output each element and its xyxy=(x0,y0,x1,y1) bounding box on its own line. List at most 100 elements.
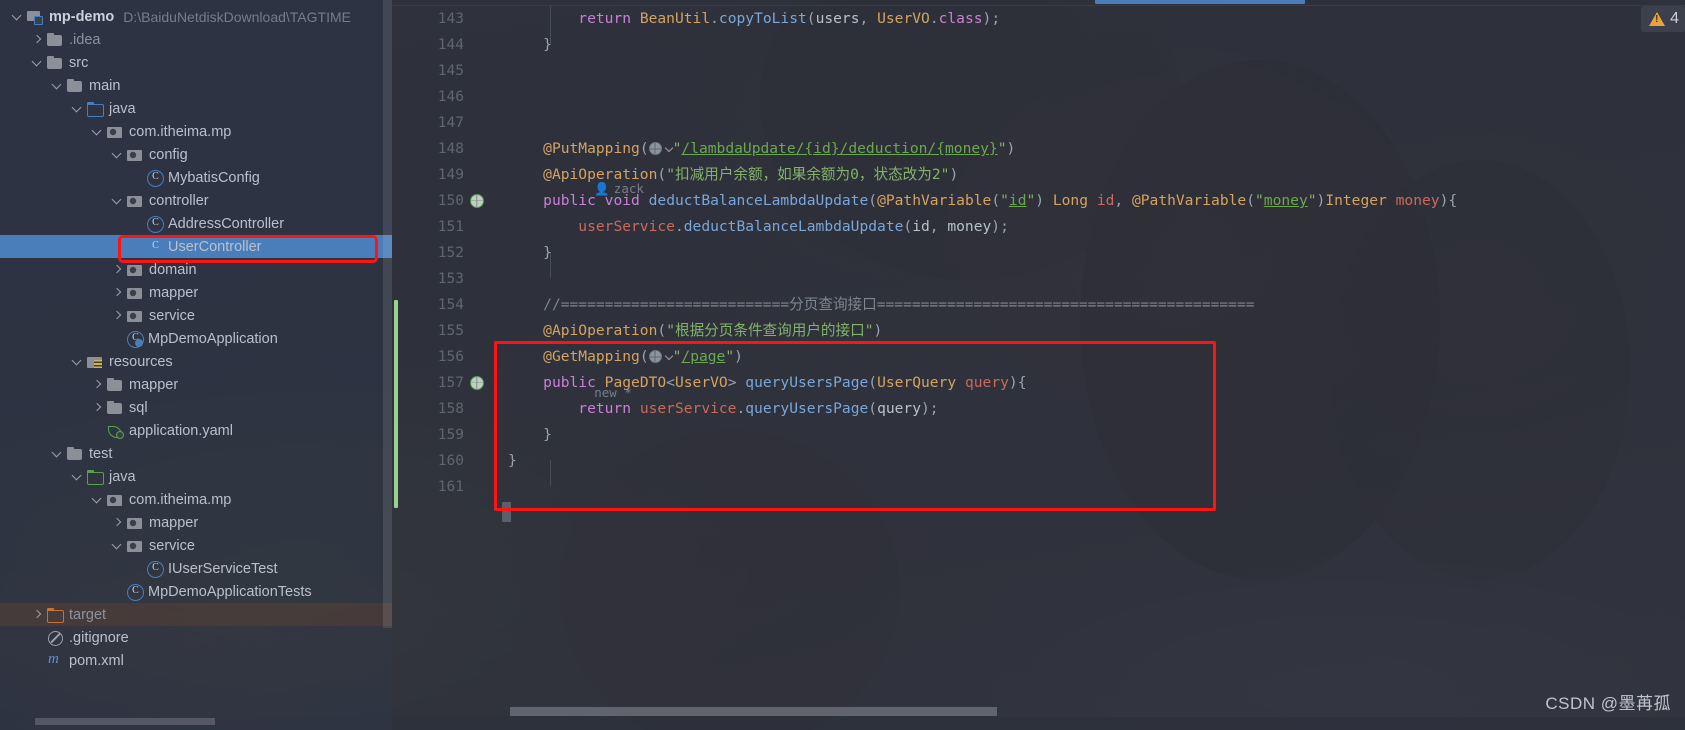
chevron-right-icon[interactable] xyxy=(90,377,105,392)
tree-item-addresscontroller[interactable]: AddressController xyxy=(0,212,392,235)
url-mapping-widget-icon[interactable] xyxy=(648,142,673,155)
chevron-down-icon[interactable] xyxy=(110,538,125,553)
tree-item-com-itheima-mp[interactable]: com.itheima.mp xyxy=(0,120,392,143)
tree-item--idea[interactable]: .idea xyxy=(0,28,392,51)
tree-item-mapper[interactable]: mapper xyxy=(0,511,392,534)
tree-item-sql[interactable]: sql xyxy=(0,396,392,419)
chevron-right-icon[interactable] xyxy=(30,607,45,622)
chevron-down-icon[interactable] xyxy=(90,124,105,139)
tree-item-label: service xyxy=(149,307,195,324)
code-line[interactable]: } xyxy=(502,422,1685,448)
chevron-right-icon[interactable] xyxy=(30,32,45,47)
editor-hscrollbar-thumb[interactable] xyxy=(510,707,997,716)
line-number: 143 xyxy=(437,11,464,27)
chevron-down-icon[interactable] xyxy=(50,78,65,93)
chevron-down-icon[interactable] xyxy=(10,9,25,24)
code-line[interactable] xyxy=(502,266,1685,292)
editor-gutter[interactable]: 143 144 145 146 147 148 149 150 151 152 153 154 155 1… xyxy=(392,6,502,730)
code-token: queryUsersPage xyxy=(745,400,869,417)
chevron-right-icon[interactable] xyxy=(110,262,125,277)
url-mapping-widget-icon[interactable] xyxy=(648,350,673,363)
folder-orange-icon xyxy=(47,607,64,623)
code-line[interactable] xyxy=(502,474,1685,500)
tree-item-test[interactable]: test xyxy=(0,442,392,465)
tree-item-mybatisconfig[interactable]: MybatisConfig xyxy=(0,166,392,189)
chevron-right-icon[interactable] xyxy=(110,308,125,323)
code-token: @ApiOperation xyxy=(543,322,658,339)
code-line[interactable]: } xyxy=(502,32,1685,58)
code-token: ); xyxy=(982,10,1001,27)
code-line[interactable]: return userService.queryUsersPage(query)… xyxy=(502,396,1685,422)
tree-item-java[interactable]: java xyxy=(0,97,392,120)
code-line[interactable] xyxy=(502,84,1685,110)
code-line[interactable]: @GetMapping("/page") xyxy=(502,344,1685,370)
tree-item-label: MybatisConfig xyxy=(168,169,260,186)
globe-icon xyxy=(648,350,662,363)
tree-item-mpdemoapplication[interactable]: MpDemoApplication xyxy=(0,327,392,350)
web-mapping-icon[interactable] xyxy=(470,376,484,390)
chevron-right-icon[interactable] xyxy=(110,285,125,300)
code-token: ( xyxy=(1246,192,1255,209)
tree-item-label: IUserServiceTest xyxy=(168,560,278,577)
sidebar-vertical-scrollbar[interactable] xyxy=(383,0,392,628)
chevron-down-icon[interactable] xyxy=(110,147,125,162)
chevron-right-icon[interactable] xyxy=(110,515,125,530)
tree-item-java[interactable]: java xyxy=(0,465,392,488)
tree-item-target[interactable]: target xyxy=(0,603,392,626)
tree-item-mp-demo[interactable]: mp-demo D:\BaiduNetdiskDownload\TAGTIME xyxy=(0,5,392,28)
person-icon: 👤 xyxy=(594,181,610,196)
chevron-down-icon[interactable] xyxy=(90,492,105,507)
chevron-down-icon[interactable] xyxy=(70,469,85,484)
code-token: , xyxy=(1114,192,1132,209)
code-editor-pane[interactable]: 143 144 145 146 147 148 149 150 151 152 153 154 155 1… xyxy=(392,0,1685,730)
inspection-gutter-strip[interactable] xyxy=(1673,30,1685,705)
tree-item-mpdemoapplicationtests[interactable]: MpDemoApplicationTests xyxy=(0,580,392,603)
code-line[interactable]: } xyxy=(502,240,1685,266)
code-line[interactable] xyxy=(502,110,1685,136)
maven-icon xyxy=(47,651,64,669)
code-text-area[interactable]: return BeanUtil.copyToList(users, UserVO… xyxy=(502,6,1685,730)
tree-item-label: pom.xml xyxy=(69,652,124,669)
tree-item-main[interactable]: main xyxy=(0,74,392,97)
tree-item-application-yaml[interactable]: application.yaml xyxy=(0,419,392,442)
tree-item-com-itheima-mp[interactable]: com.itheima.mp xyxy=(0,488,392,511)
code-line[interactable]: return BeanUtil.copyToList(users, UserVO… xyxy=(502,6,1685,32)
tree-item-mapper[interactable]: mapper xyxy=(0,373,392,396)
code-line[interactable]: userService.deductBalanceLambdaUpdate(id… xyxy=(502,214,1685,240)
tree-item-usercontroller[interactable]: UserController xyxy=(0,235,392,258)
tree-item-domain[interactable]: domain xyxy=(0,258,392,281)
tree-item-resources[interactable]: resources xyxy=(0,350,392,373)
line-number: 145 xyxy=(437,63,464,79)
code-line[interactable]: //==========================分页查询接口======… xyxy=(502,292,1685,318)
web-mapping-icon[interactable] xyxy=(470,194,484,208)
chevron-down-icon[interactable] xyxy=(30,55,45,70)
code-line[interactable]: } xyxy=(502,448,1685,474)
chevron-down-icon[interactable] xyxy=(50,446,65,461)
code-line[interactable]: @ApiOperation("扣减用户余额，如果余额为0，状态改为2") xyxy=(502,162,1685,188)
code-token: money xyxy=(1263,192,1308,209)
code-token: ( xyxy=(657,322,667,339)
tree-item-src[interactable]: src xyxy=(0,51,392,74)
chevron-down-icon[interactable] xyxy=(110,193,125,208)
chevron-down-icon[interactable] xyxy=(70,101,85,116)
code-line[interactable]: public PageDTO<UserVO> queryUsersPage(Us… xyxy=(502,370,1685,396)
tree-item-controller[interactable]: controller xyxy=(0,189,392,212)
tree-item-service[interactable]: service xyxy=(0,304,392,327)
tree-item-iuserservicetest[interactable]: IUserServiceTest xyxy=(0,557,392,580)
tree-item--gitignore[interactable]: .gitignore xyxy=(0,626,392,649)
tree-item-mapper[interactable]: mapper xyxy=(0,281,392,304)
tree-item-config[interactable]: config xyxy=(0,143,392,166)
tree-item-pom-xml[interactable]: pom.xml xyxy=(0,649,392,672)
chevron-right-icon[interactable] xyxy=(90,400,105,415)
sidebar-horizontal-scrollbar[interactable] xyxy=(35,718,215,725)
code-line[interactable]: public void deductBalanceLambdaUpdate(@P… xyxy=(502,188,1685,214)
project-tool-window[interactable]: mp-demo D:\BaiduNetdiskDownload\TAGTIME .i… xyxy=(0,0,392,730)
chevron-down-icon[interactable] xyxy=(70,354,85,369)
code-line[interactable] xyxy=(502,58,1685,84)
inspection-status-badge[interactable]: 4 xyxy=(1641,6,1685,32)
code-line[interactable]: @PutMapping("/lambdaUpdate/{id}/deductio… xyxy=(502,136,1685,162)
code-line[interactable]: @ApiOperation("根据分页条件查询用户的接口") xyxy=(502,318,1685,344)
tree-item-service[interactable]: service xyxy=(0,534,392,557)
